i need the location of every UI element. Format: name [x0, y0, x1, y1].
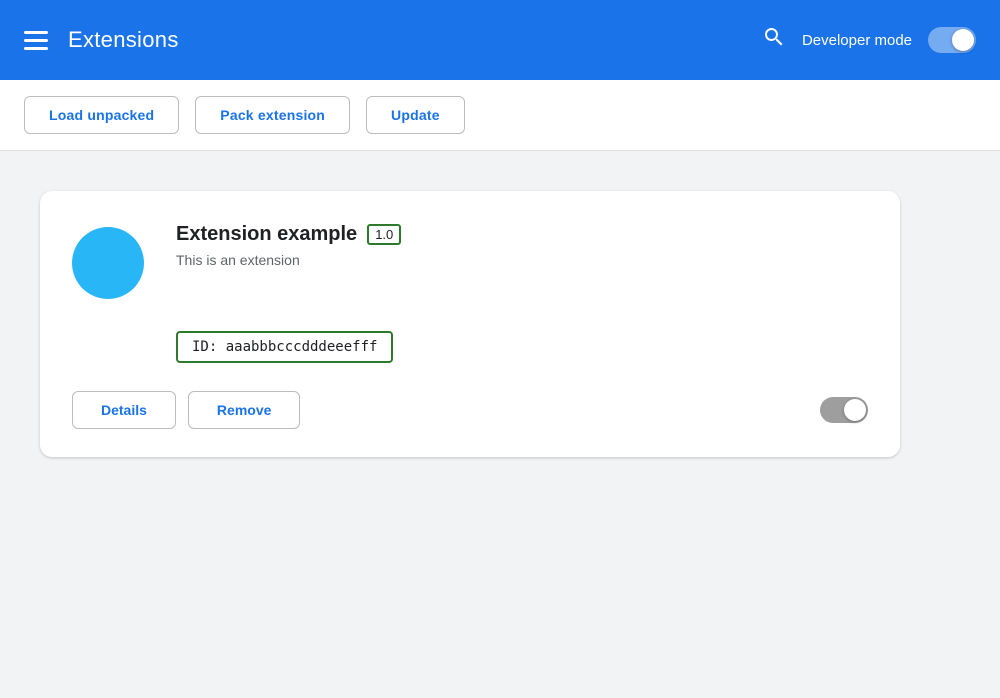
- update-button[interactable]: Update: [366, 96, 465, 134]
- extension-id: ID: aaabbbcccdddeeefff: [176, 331, 393, 363]
- page-title: Extensions: [68, 27, 179, 53]
- card-buttons: Details Remove: [72, 391, 300, 429]
- extension-id-section: ID: aaabbbcccdddeeefff: [72, 331, 868, 363]
- extension-name: Extension example: [176, 223, 357, 246]
- card-actions: Details Remove: [72, 391, 868, 429]
- extension-card: Extension example 1.0 This is an extensi…: [40, 191, 900, 457]
- remove-button[interactable]: Remove: [188, 391, 300, 429]
- extension-name-row: Extension example 1.0: [176, 223, 868, 246]
- extension-info: Extension example 1.0 This is an extensi…: [176, 223, 868, 268]
- main-content: Extension example 1.0 This is an extensi…: [0, 151, 1000, 497]
- developer-mode-label: Developer mode: [802, 32, 912, 49]
- details-button[interactable]: Details: [72, 391, 176, 429]
- extension-description: This is an extension: [176, 252, 868, 268]
- extension-icon: [72, 227, 144, 299]
- load-unpacked-button[interactable]: Load unpacked: [24, 96, 179, 134]
- header-right: Developer mode: [762, 25, 976, 55]
- version-badge: 1.0: [367, 224, 401, 245]
- search-icon[interactable]: [762, 25, 786, 55]
- app-header: Extensions Developer mode: [0, 0, 1000, 80]
- menu-icon[interactable]: [24, 31, 48, 50]
- card-top: Extension example 1.0 This is an extensi…: [72, 223, 868, 299]
- header-left: Extensions: [24, 27, 179, 53]
- toolbar: Load unpacked Pack extension Update: [0, 80, 1000, 151]
- developer-mode-toggle[interactable]: [928, 27, 976, 53]
- extension-enable-toggle[interactable]: [820, 397, 868, 423]
- pack-extension-button[interactable]: Pack extension: [195, 96, 350, 134]
